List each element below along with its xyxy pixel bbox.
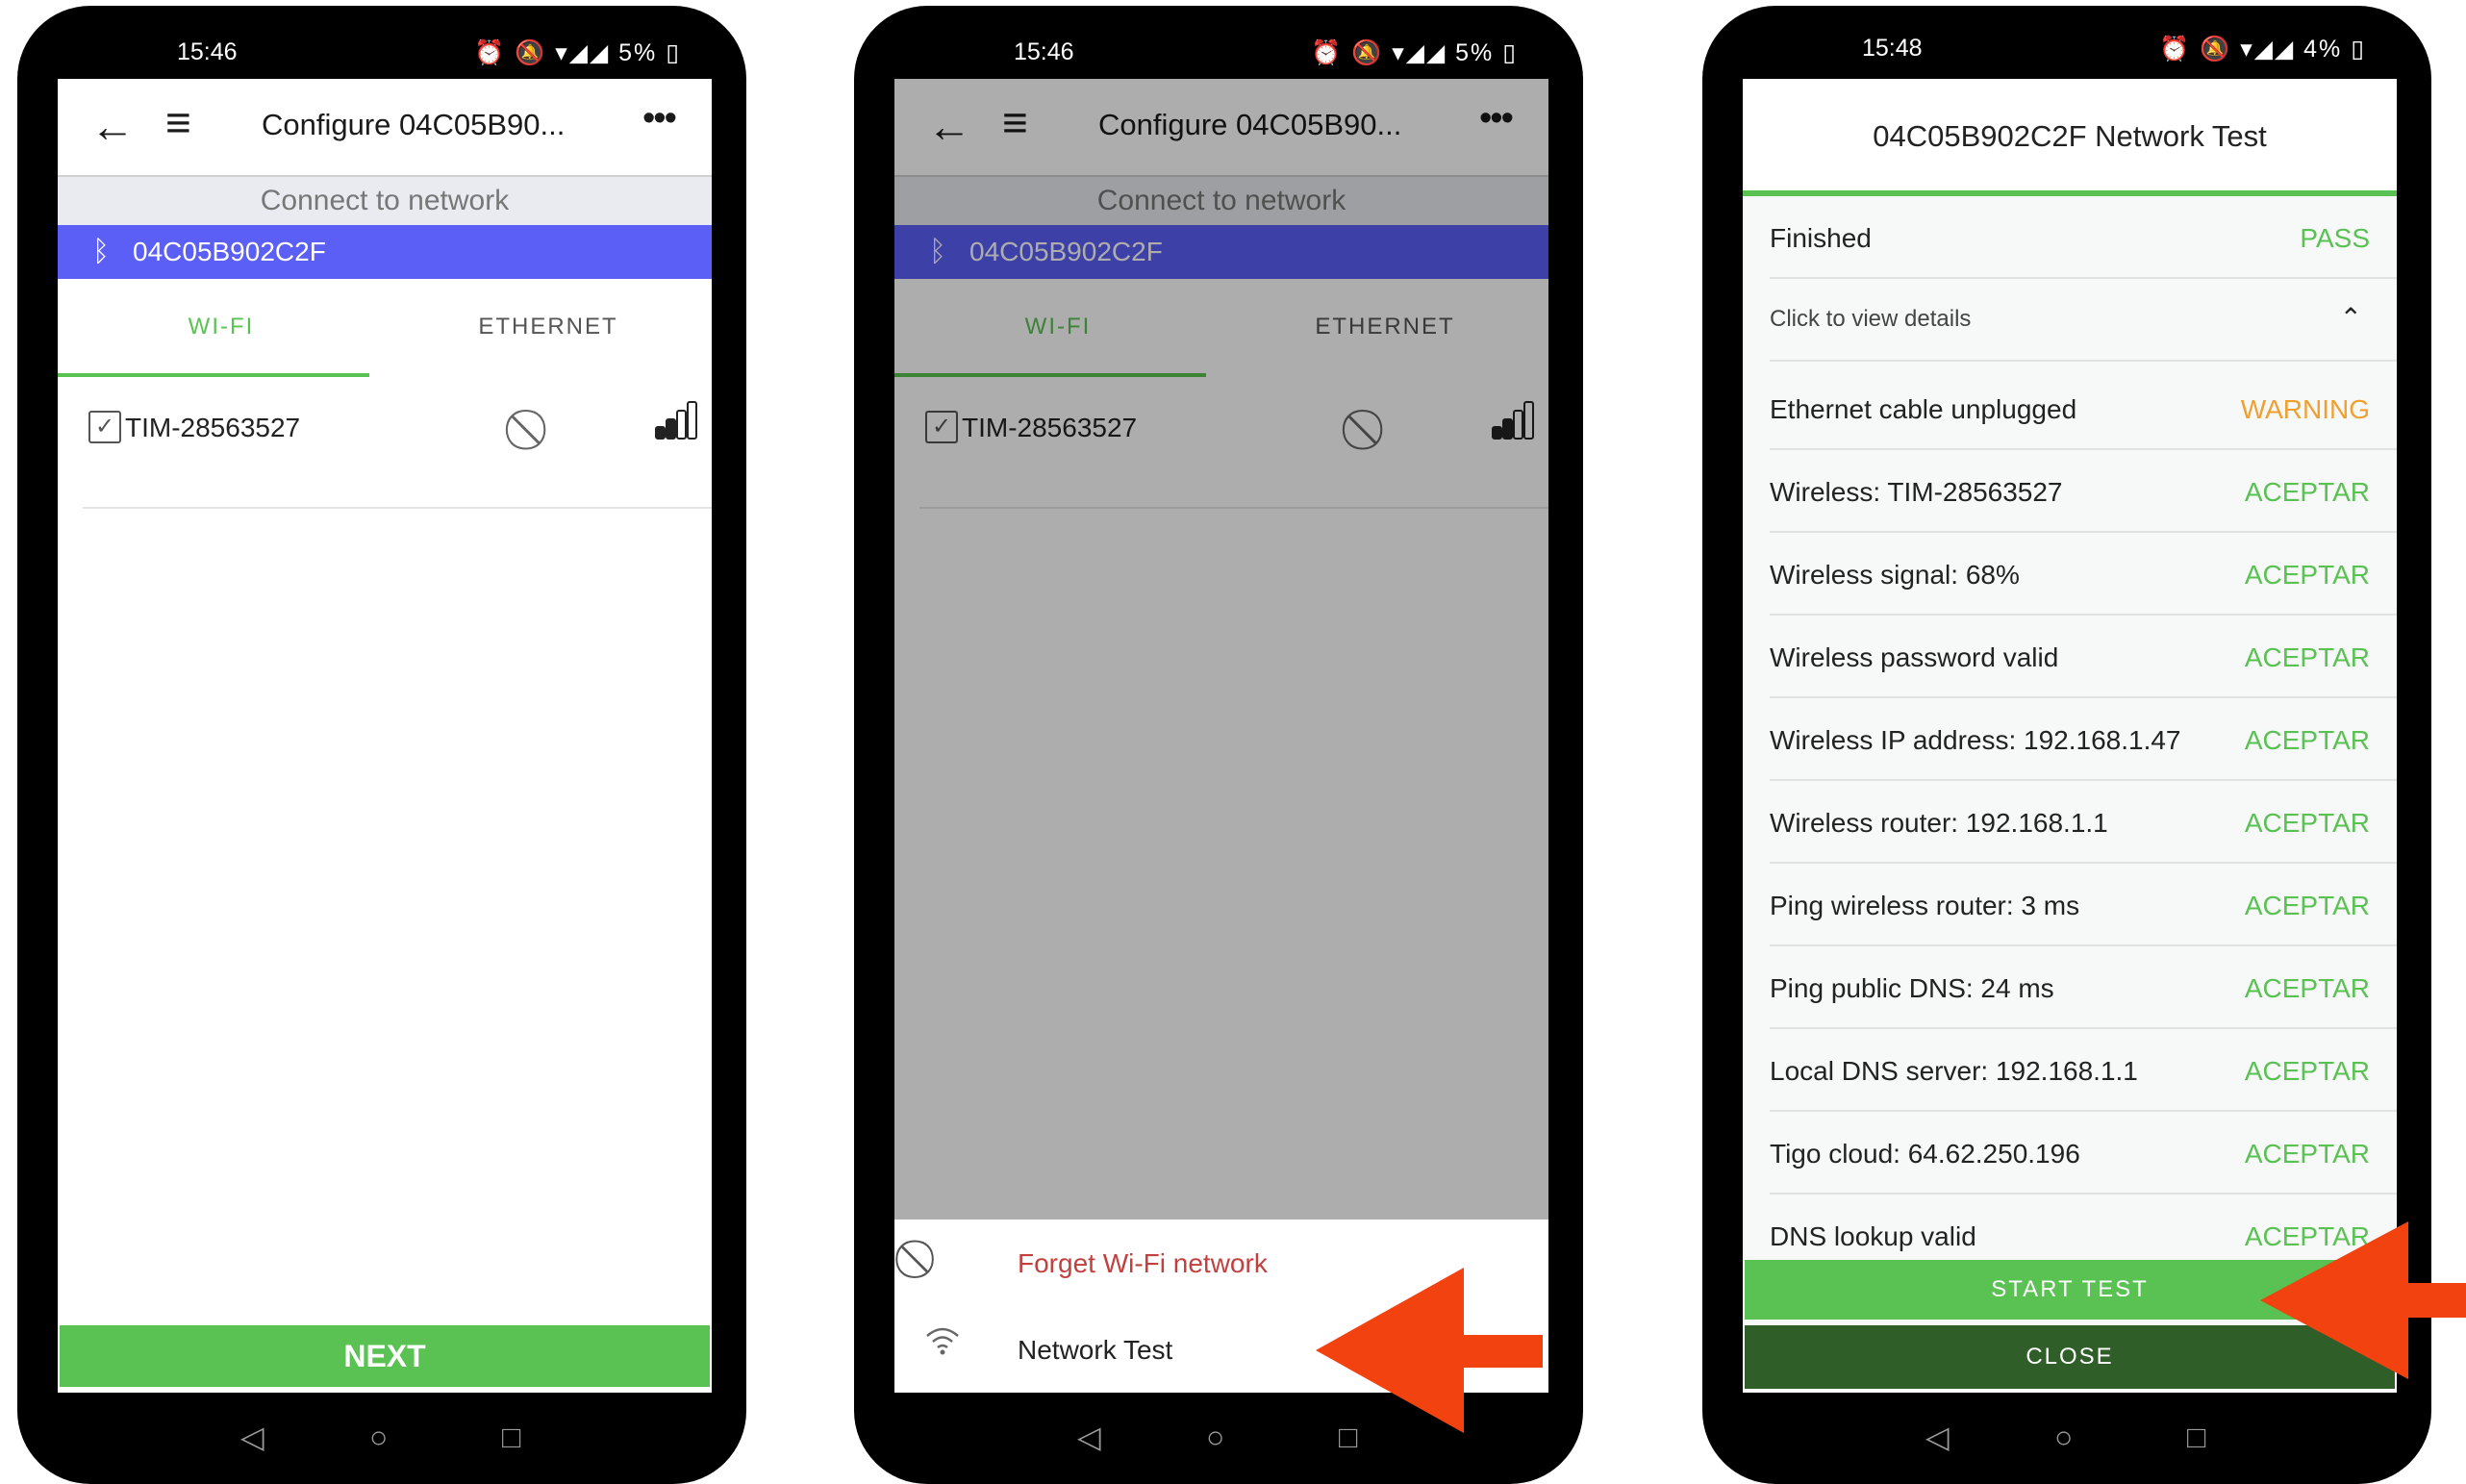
result-label: Wireless router: 192.168.1.1 [1770,808,2108,838]
network-list-item[interactable]: ✓ TIM-28563527 ⃠ [83,401,712,509]
result-row: Wireless password valid ACEPTAR [1770,616,2397,698]
phone-1: 15:46 ⏰ 🔕 ▾◢◢ 5% ▯ ← ≡ Configure 04C05B9… [17,6,746,1484]
test-header: 04C05B902C2F Network Test [1743,79,2397,196]
result-row: Ping wireless router: 3 ms ACEPTAR [1770,864,2397,946]
hamburger-menu-icon[interactable]: ≡ [165,96,191,148]
result-row: Local DNS server: 192.168.1.1 ACEPTAR [1770,1029,2397,1112]
screen: ← ≡ Configure 04C05B90... ••• Connect to… [58,79,712,1393]
result-status: WARNING [2240,394,2370,424]
result-row: Tigo cloud: 64.62.250.196 ACEPTAR [1770,1112,2397,1195]
status-time: 15:48 [1862,35,1923,62]
result-status: ACEPTAR [2244,973,2370,1003]
result-row: Ping public DNS: 24 ms ACEPTAR [1770,946,2397,1029]
annotation-arrow-network-test [1316,1268,1543,1433]
nav-back-icon[interactable]: ◁ [1925,1419,1950,1455]
more-options-icon[interactable]: ••• [642,98,677,139]
result-label: Ping public DNS: 24 ms [1770,973,2054,1003]
result-row: Wireless router: 192.168.1.1 ACEPTAR [1770,781,2397,864]
result-status: ACEPTAR [2244,477,2370,507]
result-label: Local DNS server: 192.168.1.1 [1770,1056,2138,1086]
summary-status: PASS [2300,223,2370,253]
status-icons: ⏰ 🔕 ▾◢◢ 5% ▯ [1311,39,1518,66]
result-label: DNS lookup valid [1770,1221,1976,1251]
device-bar: ᛒ 04C05B902C2F [58,225,712,279]
nav-back-icon[interactable]: ◁ [1077,1419,1101,1455]
status-bar: 15:46 ⏰ 🔕 ▾◢◢ 5% ▯ [17,6,746,79]
nav-home-icon[interactable]: ○ [2054,1420,2073,1455]
wifi-icon [923,1323,962,1367]
screen: 04C05B902C2F Network Test Finished PASS … [1743,79,2397,1393]
result-label: Wireless signal: 68% [1770,560,2020,590]
status-icons: ⏰ 🔕 ▾◢◢ 5% ▯ [474,39,681,66]
phone-2: 15:46 ⏰ 🔕 ▾◢◢ 5% ▯ ← ≡ Configure 04C05B9… [854,6,1583,1484]
status-bar: 15:46 ⏰ 🔕 ▾◢◢ 5% ▯ [854,6,1583,79]
result-label: Wireless: TIM-28563527 [1770,477,2063,507]
result-label: Tigo cloud: 64.62.250.196 [1770,1139,2080,1169]
page-title: 04C05B902C2F Network Test [1873,119,2267,153]
chevron-up-icon[interactable]: ⌃ [2340,302,2362,334]
status-time: 15:46 [1014,38,1074,65]
network-test-label: Network Test [1018,1335,1173,1365]
result-label: Wireless password valid [1770,642,2059,672]
connect-to-network-label: Connect to network [58,177,712,225]
forget-wifi-label: Forget Wi-Fi network [1018,1248,1268,1278]
device-name: 04C05B902C2F [133,237,326,266]
app-bar: ← ≡ Configure 04C05B90... ••• [58,79,712,177]
back-arrow-icon[interactable]: ← [90,100,135,152]
details-label: Click to view details [1770,306,1972,332]
active-tab-indicator [58,373,369,377]
nav-recents-icon[interactable]: □ [2187,1420,2205,1455]
summary-label: Finished [1770,223,1872,253]
status-time: 15:46 [177,38,238,65]
nav-recents-icon[interactable]: □ [502,1420,520,1455]
result-row: Wireless: TIM-28563527 ACEPTAR [1770,450,2397,533]
result-label: Wireless IP address: 192.168.1.47 [1770,725,2181,755]
next-button[interactable]: NEXT [60,1325,710,1387]
network-tabs: WI-FI ETHERNET [58,279,712,375]
tab-wifi[interactable]: WI-FI [58,314,385,340]
summary-row: Finished PASS [1770,196,2397,279]
annotation-arrow-start-test [2260,1221,2466,1379]
tab-ethernet[interactable]: ETHERNET [385,314,712,340]
nav-back-icon[interactable]: ◁ [240,1419,264,1455]
checkbox-checked-icon[interactable]: ✓ [88,411,121,443]
nav-home-icon[interactable]: ○ [369,1420,388,1455]
result-status: ACEPTAR [2244,560,2370,590]
details-toggle-row[interactable]: Click to view details ⌃ [1770,279,2397,362]
result-status: ACEPTAR [2244,1139,2370,1169]
nav-home-icon[interactable]: ○ [1206,1420,1224,1455]
status-icons: ⏰ 🔕 ▾◢◢ 4% ▯ [2159,36,2366,63]
result-row: Wireless signal: 68% ACEPTAR [1770,533,2397,616]
bluetooth-icon: ᛒ [92,236,110,267]
modal-scrim[interactable] [894,79,1548,1220]
result-status: ACEPTAR [2244,891,2370,920]
result-row: Ethernet cable unplugged WARNING [1770,367,2397,450]
result-status: ACEPTAR [2244,808,2370,838]
status-bar: 15:48 ⏰ 🔕 ▾◢◢ 4% ▯ [1702,6,2431,79]
result-label: Ping wireless router: 3 ms [1770,891,2080,920]
android-nav-bar: ◁ ○ □ [1702,1393,2431,1484]
results-list[interactable]: Finished PASS Click to view details ⌃ Et… [1743,196,2397,1335]
result-status: ACEPTAR [2244,642,2370,672]
result-status: ACEPTAR [2244,725,2370,755]
result-status: ACEPTAR [2244,1056,2370,1086]
network-ssid: TIM-28563527 [125,413,301,442]
result-row: Wireless IP address: 192.168.1.47 ACEPTAR [1770,698,2397,781]
android-nav-bar: ◁ ○ □ [17,1393,746,1484]
screen: ← ≡ Configure 04C05B90... ••• Connect to… [894,79,1548,1393]
page-title: Configure 04C05B90... [262,108,566,141]
result-label: Ethernet cable unplugged [1770,394,2077,424]
